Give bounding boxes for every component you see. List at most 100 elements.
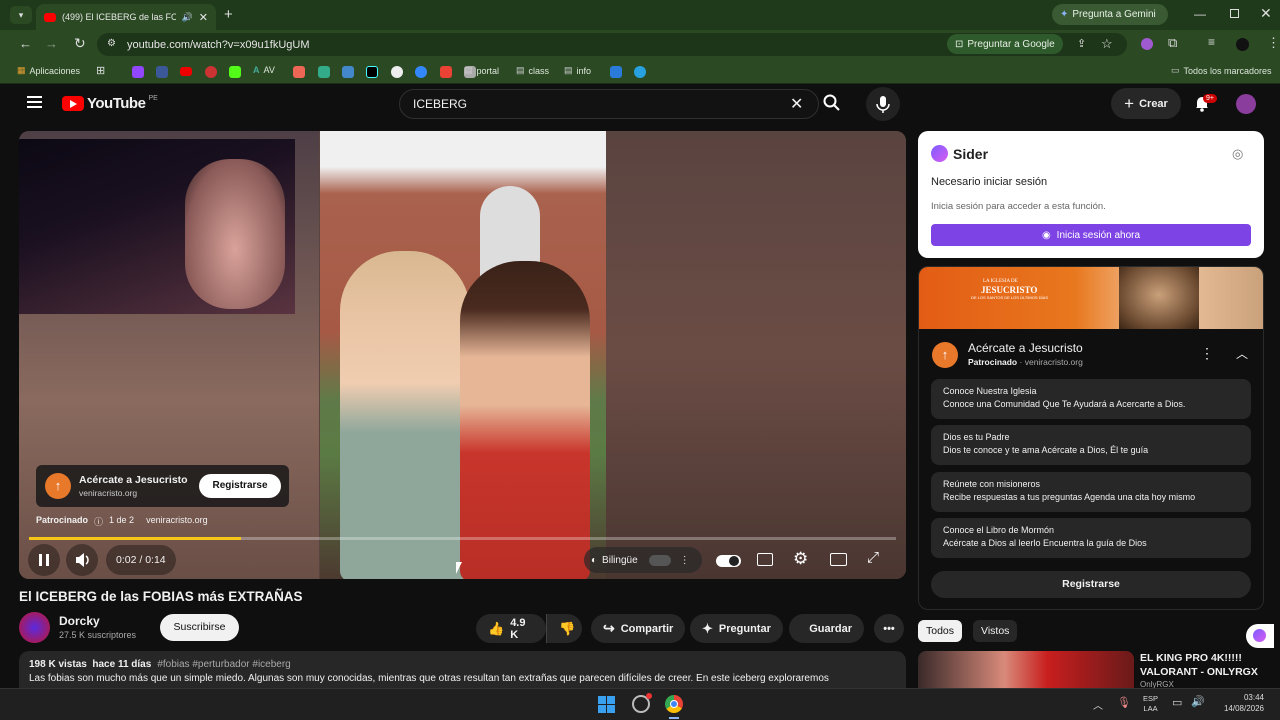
gmail-icon[interactable] bbox=[440, 66, 452, 78]
side-ad-title[interactable]: Acércate a Jesucristo bbox=[968, 341, 1083, 355]
language-indicator[interactable]: ESP LAA bbox=[1143, 694, 1158, 714]
bookmark-apps[interactable]: ▦ Aplicaciones bbox=[17, 65, 80, 76]
ask-button[interactable]: ✦ Preguntar bbox=[690, 614, 783, 643]
bookmark-class[interactable]: ▤ class bbox=[516, 65, 549, 76]
network-icon[interactable]: ▭ bbox=[1172, 696, 1182, 709]
bookmark-icon[interactable] bbox=[610, 66, 622, 78]
pause-button[interactable] bbox=[28, 544, 60, 576]
close-tab-icon[interactable]: ✕ bbox=[199, 11, 208, 24]
extension-sider-icon[interactable] bbox=[1141, 38, 1153, 50]
more-actions-button[interactable]: ••• bbox=[874, 614, 904, 643]
clear-search-icon[interactable]: ✕ bbox=[790, 94, 803, 114]
recommended-title[interactable]: EL KING PRO 4K!!!!! VALORANT - ONLYRGX bbox=[1140, 651, 1258, 679]
more-icon[interactable]: ⋮ bbox=[680, 555, 690, 566]
gemini-button[interactable]: ✦ Pregunta a Gemini bbox=[1052, 4, 1168, 25]
fullscreen-icon[interactable]: ⤢ bbox=[867, 549, 879, 566]
chrome-taskbar-icon[interactable] bbox=[665, 695, 683, 713]
browser-tab-youtube[interactable]: (499) El ICEBERG de las FOBI 🔊 ✕ bbox=[36, 4, 216, 30]
info-icon[interactable]: ⓘ bbox=[94, 515, 103, 528]
url-field[interactable]: ⚙ youtube.com/watch?v=x09u1fkUgUM ⊡ Preg… bbox=[97, 33, 1127, 56]
ask-google-button[interactable]: ⊡ Preguntar a Google bbox=[947, 34, 1063, 54]
dislike-button[interactable]: 👎 bbox=[546, 614, 582, 643]
sitelink-4[interactable]: Conoce el Libro de Mormón Acércate a Dio… bbox=[931, 518, 1251, 558]
sitelink-1[interactable]: Conoce Nuestra Iglesia Conoce una Comuni… bbox=[931, 379, 1251, 419]
bookmark-icon[interactable] bbox=[318, 66, 330, 78]
bilingual-toggle[interactable]: ◐ Bilingüe ⋮ bbox=[584, 547, 702, 573]
hamburger-menu-icon[interactable] bbox=[27, 96, 42, 108]
chip-all[interactable]: Todos bbox=[918, 620, 963, 642]
media-icon[interactable]: ≡ bbox=[1208, 35, 1215, 49]
mic-icon[interactable]: 🎙 bbox=[1117, 696, 1131, 709]
side-ad-register-button[interactable]: Registrarse bbox=[931, 571, 1251, 598]
close-window-button[interactable]: ✕ bbox=[1260, 5, 1272, 22]
search-box[interactable]: ICEBERG ✕ bbox=[399, 89, 819, 119]
ad-domain-link[interactable]: veniracristo.org bbox=[146, 515, 208, 528]
volume-tray-icon[interactable]: 🔊 bbox=[1191, 695, 1205, 708]
kick-icon[interactable] bbox=[229, 66, 241, 78]
profile-avatar[interactable] bbox=[1236, 38, 1249, 51]
tray-chevron-icon[interactable]: ︿ bbox=[1093, 697, 1103, 712]
collapse-chevron-icon[interactable]: ︿ bbox=[1236, 345, 1248, 362]
clock[interactable]: 03:44 14/08/2026 bbox=[1216, 692, 1264, 714]
forward-icon[interactable]: → bbox=[45, 36, 58, 51]
bookmark-av[interactable]: A AV bbox=[253, 65, 275, 75]
tiktok-icon[interactable] bbox=[366, 66, 378, 78]
save-button[interactable]: Guardar bbox=[789, 614, 864, 643]
bookmark-icon[interactable] bbox=[293, 66, 305, 78]
share-button[interactable]: ↪ Compartir bbox=[591, 614, 686, 643]
bookmark-star-icon[interactable]: ☆ bbox=[1101, 36, 1113, 52]
browser-menu-icon[interactable]: ⋮ bbox=[1267, 35, 1280, 51]
channel-avatar[interactable] bbox=[19, 612, 50, 643]
all-bookmarks[interactable]: ▭ Todos los marcadores bbox=[1171, 65, 1272, 76]
minimize-button[interactable]: — bbox=[1194, 7, 1206, 21]
reload-icon[interactable]: ↻ bbox=[74, 35, 86, 52]
chip-watched[interactable]: Vistos bbox=[973, 620, 1018, 642]
subscribe-button[interactable]: Suscribirse bbox=[160, 614, 239, 641]
twitch-icon[interactable] bbox=[132, 66, 144, 78]
maximize-button[interactable] bbox=[1230, 9, 1239, 18]
side-ad-menu-icon[interactable]: ⋮ bbox=[1200, 345, 1214, 362]
bookmark-icon[interactable] bbox=[391, 66, 403, 78]
progress-bar-track[interactable] bbox=[29, 537, 896, 540]
bookmark-icon[interactable] bbox=[342, 66, 354, 78]
tab-list-button[interactable]: ▾ bbox=[10, 6, 32, 24]
side-ad-banner[interactable]: LA IGLESIA DE JESUCRISTO DE LOS SANTOS D… bbox=[919, 267, 1263, 329]
new-tab-button[interactable]: + bbox=[224, 6, 233, 23]
facebook-icon[interactable] bbox=[156, 66, 168, 78]
install-icon[interactable]: ⇪ bbox=[1077, 37, 1086, 50]
settings-gear-icon[interactable]: ⚙ bbox=[793, 549, 808, 569]
hashtags[interactable]: #fobias #perturbador #iceberg bbox=[157, 658, 290, 672]
theater-mode-icon[interactable] bbox=[830, 553, 847, 566]
toggle-switch[interactable] bbox=[648, 554, 671, 566]
create-button[interactable]: + Crear bbox=[1111, 88, 1181, 119]
description-box[interactable]: 198 K vistas hace 11 días #fobias #pertu… bbox=[19, 651, 906, 688]
sider-settings-icon[interactable]: ◎ bbox=[1232, 146, 1243, 162]
sitelink-3[interactable]: Reúnete con misioneros Recibe respuestas… bbox=[931, 472, 1251, 512]
windows-start-icon[interactable] bbox=[598, 696, 615, 713]
bookmark-info[interactable]: ▤ info bbox=[564, 65, 591, 76]
video-player[interactable]: ↑ Acércate a Jesucristo veniracristo.org… bbox=[19, 131, 906, 579]
account-avatar[interactable] bbox=[1236, 94, 1256, 114]
sitelink-2[interactable]: Dios es tu Padre Dios te conoce y te ama… bbox=[931, 425, 1251, 465]
grid-icon[interactable]: ⊞ bbox=[96, 64, 105, 77]
subtitles-icon[interactable] bbox=[757, 553, 773, 566]
search-input[interactable]: ICEBERG bbox=[413, 97, 467, 111]
recommended-thumbnail[interactable] bbox=[918, 651, 1134, 688]
site-info-icon[interactable]: ⚙ bbox=[107, 38, 116, 49]
cloud-icon[interactable] bbox=[634, 66, 646, 78]
channel-name[interactable]: Dorcky bbox=[59, 614, 100, 628]
youtube-bookmark-icon[interactable] bbox=[180, 67, 192, 76]
bookmark-portal[interactable]: ▤ portal bbox=[464, 65, 499, 76]
back-icon[interactable]: ← bbox=[19, 36, 32, 51]
volume-button[interactable] bbox=[66, 544, 98, 576]
bookmark-icon[interactable] bbox=[415, 66, 427, 78]
autoplay-toggle[interactable] bbox=[716, 555, 741, 567]
red-bookmark-icon[interactable] bbox=[205, 66, 217, 78]
extensions-icon[interactable]: ⧉ bbox=[1168, 35, 1177, 51]
search-icon[interactable] bbox=[823, 94, 841, 112]
youtube-logo[interactable]: YouTube PE bbox=[62, 95, 158, 112]
player-ad-card[interactable]: ↑ Acércate a Jesucristo veniracristo.org… bbox=[36, 465, 289, 507]
like-button[interactable]: 👍 4.9 K bbox=[476, 614, 546, 643]
ai-floating-button[interactable] bbox=[1246, 624, 1274, 648]
ad-register-button[interactable]: Registrarse bbox=[199, 474, 281, 498]
